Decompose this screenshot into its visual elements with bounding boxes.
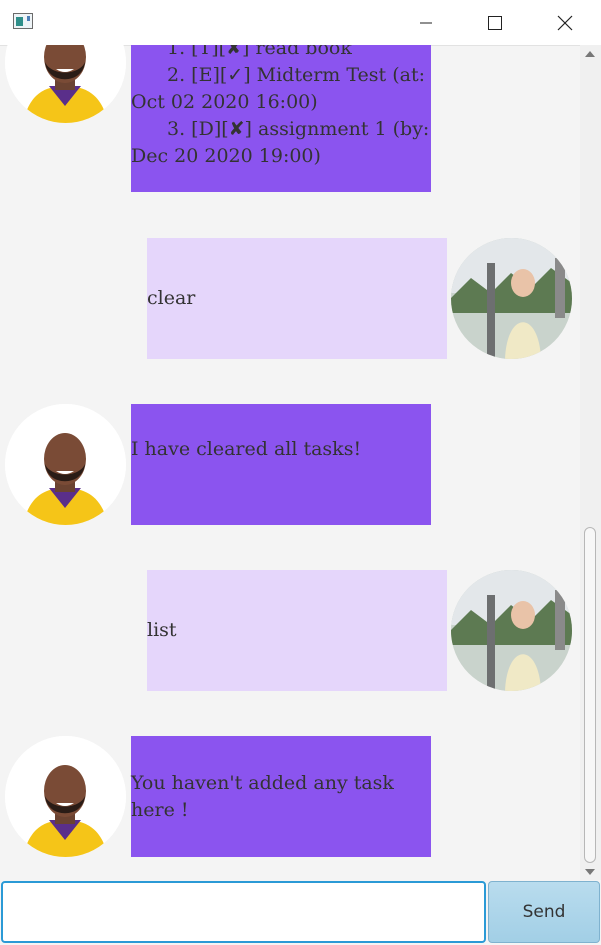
task-line: Oct 02 2020 16:00) — [131, 91, 318, 113]
duke-message-text: I have cleared all tasks! — [131, 438, 362, 460]
close-icon[interactable] — [542, 0, 588, 45]
user-message-text: clear — [147, 287, 196, 309]
duke-avatar — [5, 736, 126, 857]
duke-message-text: You haven't added any task here ! — [131, 772, 394, 821]
task-line: 2. [E][✓] Midterm Test (at: — [167, 64, 426, 86]
maximize-icon[interactable] — [472, 0, 518, 45]
scroll-down-icon[interactable] — [585, 869, 595, 875]
app-icon — [13, 13, 33, 29]
duke-message-bubble: You haven't added any task here ! — [131, 736, 431, 857]
user-message-text: list — [147, 619, 177, 641]
duke-message-bubble: 1. [T][✘] read book 2. [E][✓] Midterm Te… — [131, 45, 431, 192]
minimize-icon[interactable] — [403, 0, 449, 45]
duke-avatar — [5, 404, 126, 525]
task-line: Dec 20 2020 19:00) — [131, 145, 321, 167]
task-line: 3. [D][✘] assignment 1 (by: — [167, 118, 430, 140]
duke-avatar — [5, 45, 126, 123]
task-line: 1. [T][✘] read book — [167, 45, 352, 59]
user-message-bubble: list — [147, 570, 447, 691]
user-avatar — [451, 570, 572, 691]
scrollbar-thumb[interactable] — [584, 527, 596, 863]
user-message-bubble: clear — [147, 238, 447, 359]
vertical-scrollbar[interactable] — [580, 45, 601, 880]
duke-message-bubble: I have cleared all tasks! — [131, 404, 431, 525]
window-titlebar — [0, 0, 601, 46]
user-avatar — [451, 238, 572, 359]
message-input[interactable] — [1, 881, 486, 943]
send-button[interactable]: Send — [488, 881, 600, 943]
scroll-up-icon[interactable] — [585, 51, 595, 57]
chat-scroll-area[interactable]: 1. [T][✘] read book 2. [E][✓] Midterm Te… — [0, 45, 580, 880]
